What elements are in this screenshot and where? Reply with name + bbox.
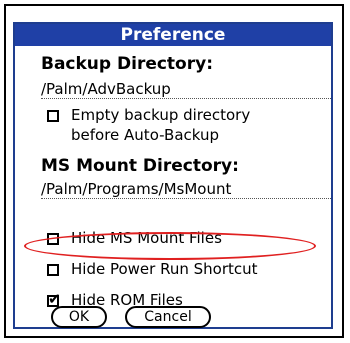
cancel-button[interactable]: Cancel — [125, 306, 211, 328]
hide-power-run-label[interactable]: Hide Power Run Shortcut — [71, 260, 258, 278]
hide-power-run-checkbox[interactable] — [47, 264, 59, 276]
empty-backup-label-line1[interactable]: Empty backup directory — [71, 106, 250, 124]
dialog-title: Preference — [15, 24, 331, 46]
backup-directory-path[interactable]: /Palm/AdvBackup — [41, 80, 331, 99]
highlight-oval — [24, 232, 316, 260]
empty-backup-checkbox[interactable] — [47, 110, 59, 122]
empty-backup-label-line2[interactable]: before Auto-Backup — [71, 126, 219, 144]
ok-button[interactable]: OK — [51, 306, 107, 328]
ms-mount-directory-path[interactable]: /Palm/Programs/MsMount — [41, 180, 331, 199]
backup-directory-heading: Backup Directory: — [41, 54, 214, 74]
preference-dialog: Preference Backup Directory: /Palm/AdvBa… — [13, 22, 333, 329]
hide-rom-checkbox[interactable] — [47, 292, 61, 307]
ms-mount-directory-heading: MS Mount Directory: — [41, 156, 239, 176]
